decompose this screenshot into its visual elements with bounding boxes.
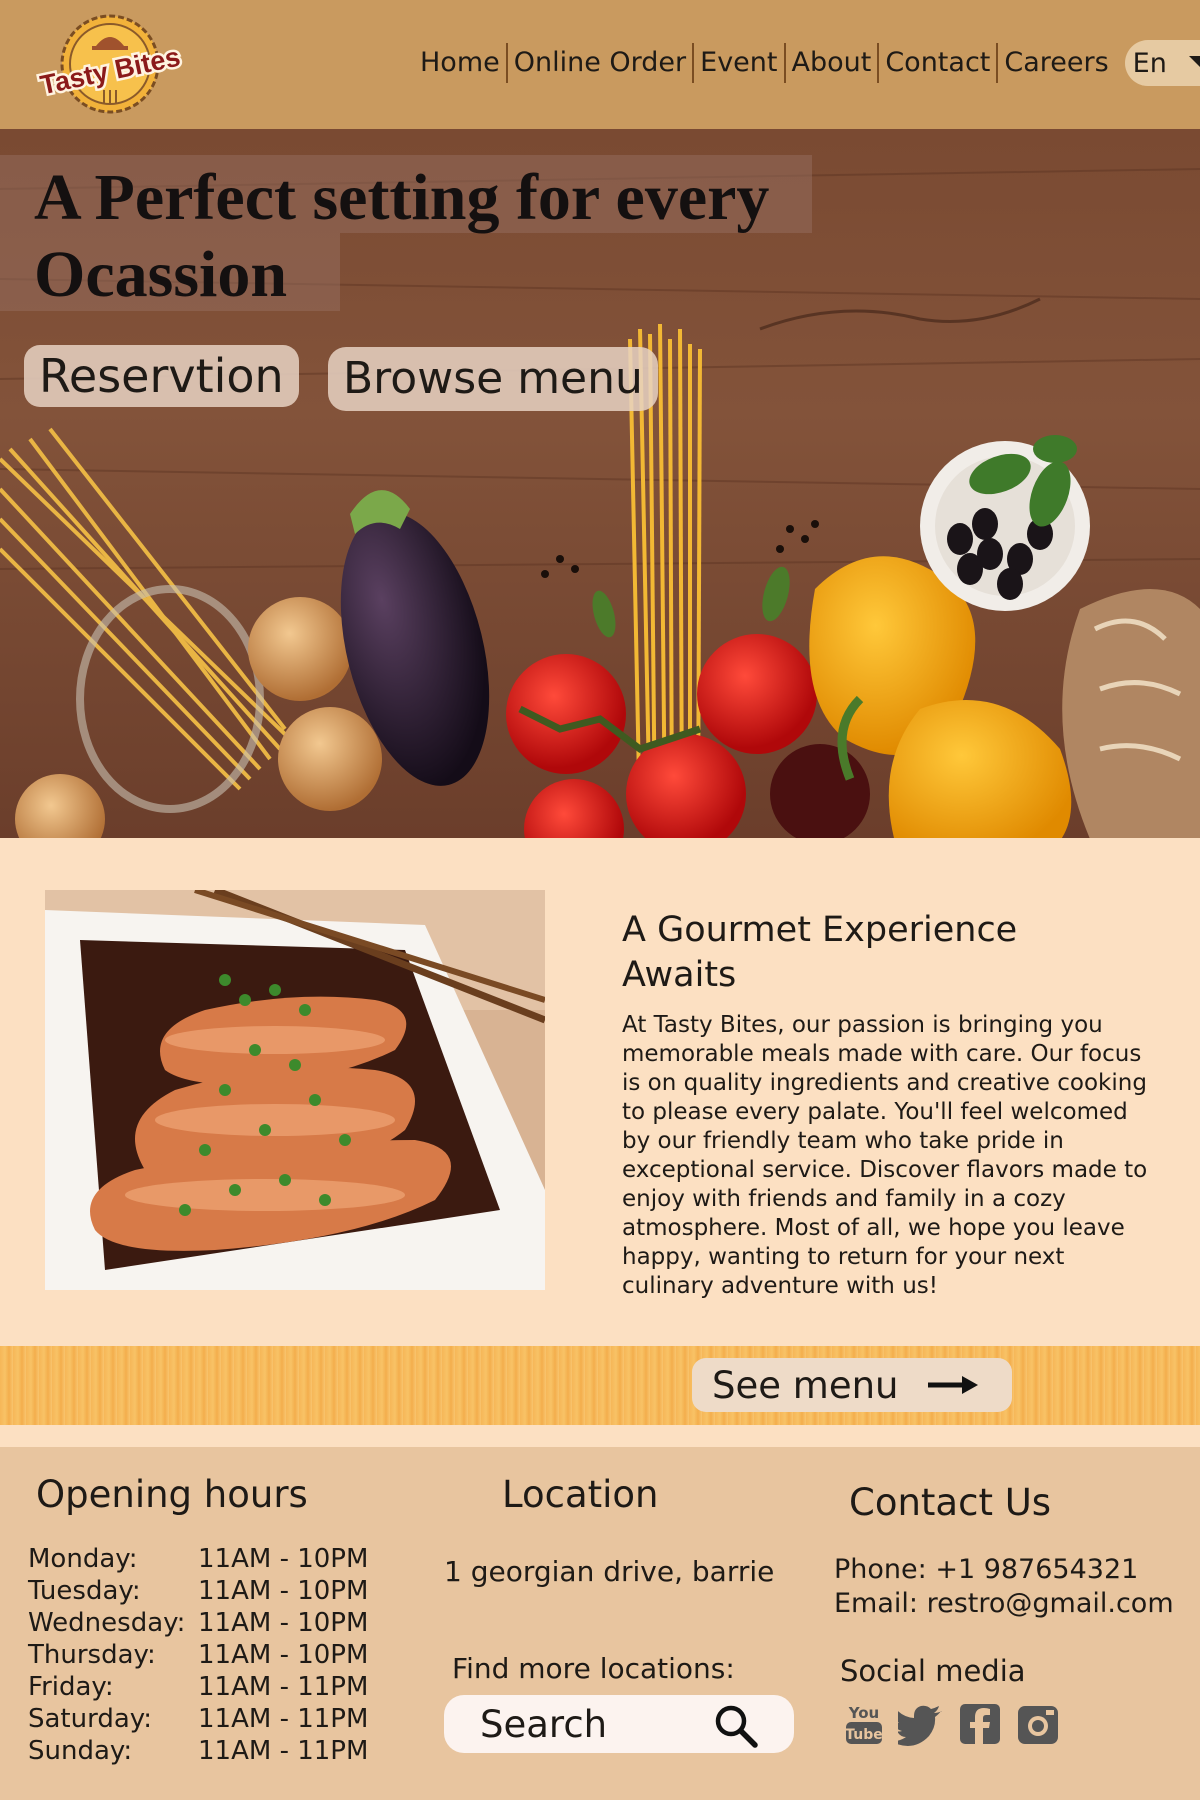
tasty-bites-logo[interactable]: Tasty Bites	[34, 12, 186, 116]
about-section: A Gourmet Experience Awaits At Tasty Bit…	[0, 838, 1200, 1348]
hero-title-line2: Ocassion	[34, 238, 288, 311]
social-links: You Tube	[840, 1700, 1062, 1748]
twitter-icon[interactable]	[898, 1700, 946, 1748]
youtube-icon[interactable]: You Tube	[840, 1700, 888, 1748]
language-select[interactable]: En	[1124, 40, 1200, 86]
see-menu-label: See menu	[712, 1363, 899, 1407]
hero-title: A Perfect setting for every Ocassion	[34, 159, 834, 313]
hours-day: Monday:	[28, 1544, 138, 1574]
location-search-input[interactable]: Search	[444, 1695, 794, 1753]
hours-row: Friday: 11AM - 11PM	[28, 1671, 368, 1703]
hours-time: 11AM - 11PM	[198, 1704, 369, 1734]
search-icon[interactable]	[714, 1704, 758, 1748]
nav-careers[interactable]: Careers	[998, 43, 1114, 83]
site-footer: Opening hours Monday: 11AM - 10PM Tuesday…	[0, 1447, 1200, 1800]
social-media-title: Social media	[840, 1654, 1026, 1688]
nav-about[interactable]: About	[786, 43, 878, 83]
menu-strip: See menu	[0, 1346, 1200, 1425]
reservation-button[interactable]: Reservtion	[24, 345, 299, 407]
hours-row: Monday: 11AM - 10PM	[28, 1543, 368, 1575]
find-locations-label: Find more locations:	[452, 1652, 735, 1685]
dropdown-arrow-icon	[1188, 55, 1200, 71]
hours-row: Wednesday: 11AM - 10PM	[28, 1607, 368, 1639]
main-nav: Home Online Order Event About Contact Ca…	[414, 40, 1200, 86]
arrow-right-icon	[928, 1376, 979, 1394]
section-divider	[0, 1425, 1200, 1447]
hours-day: Friday:	[28, 1672, 114, 1702]
hours-time: 11AM - 10PM	[198, 1608, 369, 1638]
hours-day: Sunday:	[28, 1736, 133, 1766]
hero-title-line1: A Perfect setting for every	[34, 161, 770, 234]
hours-row: Saturday: 11AM - 11PM	[28, 1703, 368, 1735]
instagram-icon[interactable]	[1014, 1700, 1062, 1748]
language-value: En	[1132, 47, 1167, 79]
hours-row: Tuesday: 11AM - 10PM	[28, 1575, 368, 1607]
nav-home[interactable]: Home	[414, 43, 506, 83]
nav-event[interactable]: Event	[694, 43, 783, 83]
opening-hours-list: Monday: 11AM - 10PM Tuesday: 11AM - 10PM W…	[28, 1543, 368, 1767]
hours-day: Saturday:	[28, 1704, 153, 1734]
hours-day: Tuesday:	[28, 1576, 141, 1606]
search-placeholder: Search	[480, 1702, 608, 1746]
address-text: 1 georgian drive, barrie	[444, 1555, 775, 1588]
hours-day: Wednesday:	[28, 1608, 186, 1638]
facebook-icon[interactable]	[956, 1700, 1004, 1748]
hours-time: 11AM - 10PM	[198, 1544, 369, 1574]
phone-text: Phone: +1 987654321	[834, 1554, 1139, 1585]
hours-time: 11AM - 11PM	[198, 1736, 369, 1766]
hours-row: Thursday: 11AM - 10PM	[28, 1639, 368, 1671]
nav-contact[interactable]: Contact	[879, 43, 996, 83]
hours-day: Thursday:	[28, 1640, 156, 1670]
nav-online-order[interactable]: Online Order	[508, 43, 692, 83]
svg-text:Tube: Tube	[845, 1727, 883, 1743]
hours-time: 11AM - 10PM	[198, 1640, 369, 1670]
site-header: Tasty Bites Home Online Order Event Abou…	[0, 0, 1200, 129]
opening-hours-title: Opening hours	[36, 1473, 308, 1516]
email-text[interactable]: Email: restro@gmail.com	[834, 1587, 1174, 1621]
browse-menu-button[interactable]: Browse menu	[328, 347, 658, 411]
location-title: Location	[502, 1473, 659, 1516]
hero-banner: A Perfect setting for every Ocassion Res…	[0, 129, 1200, 838]
about-title: A Gourmet Experience Awaits	[622, 910, 1018, 995]
hours-row: Sunday: 11AM - 11PM	[28, 1735, 368, 1767]
see-menu-button[interactable]: See menu	[692, 1358, 1012, 1412]
about-description: At Tasty Bites, our passion is bringing …	[622, 1012, 1148, 1299]
hours-time: 11AM - 10PM	[198, 1576, 369, 1606]
salmon-dish-photo	[45, 890, 545, 1290]
contact-title: Contact Us	[849, 1481, 1052, 1524]
hours-time: 11AM - 11PM	[198, 1672, 369, 1702]
svg-text:You: You	[848, 1704, 879, 1722]
